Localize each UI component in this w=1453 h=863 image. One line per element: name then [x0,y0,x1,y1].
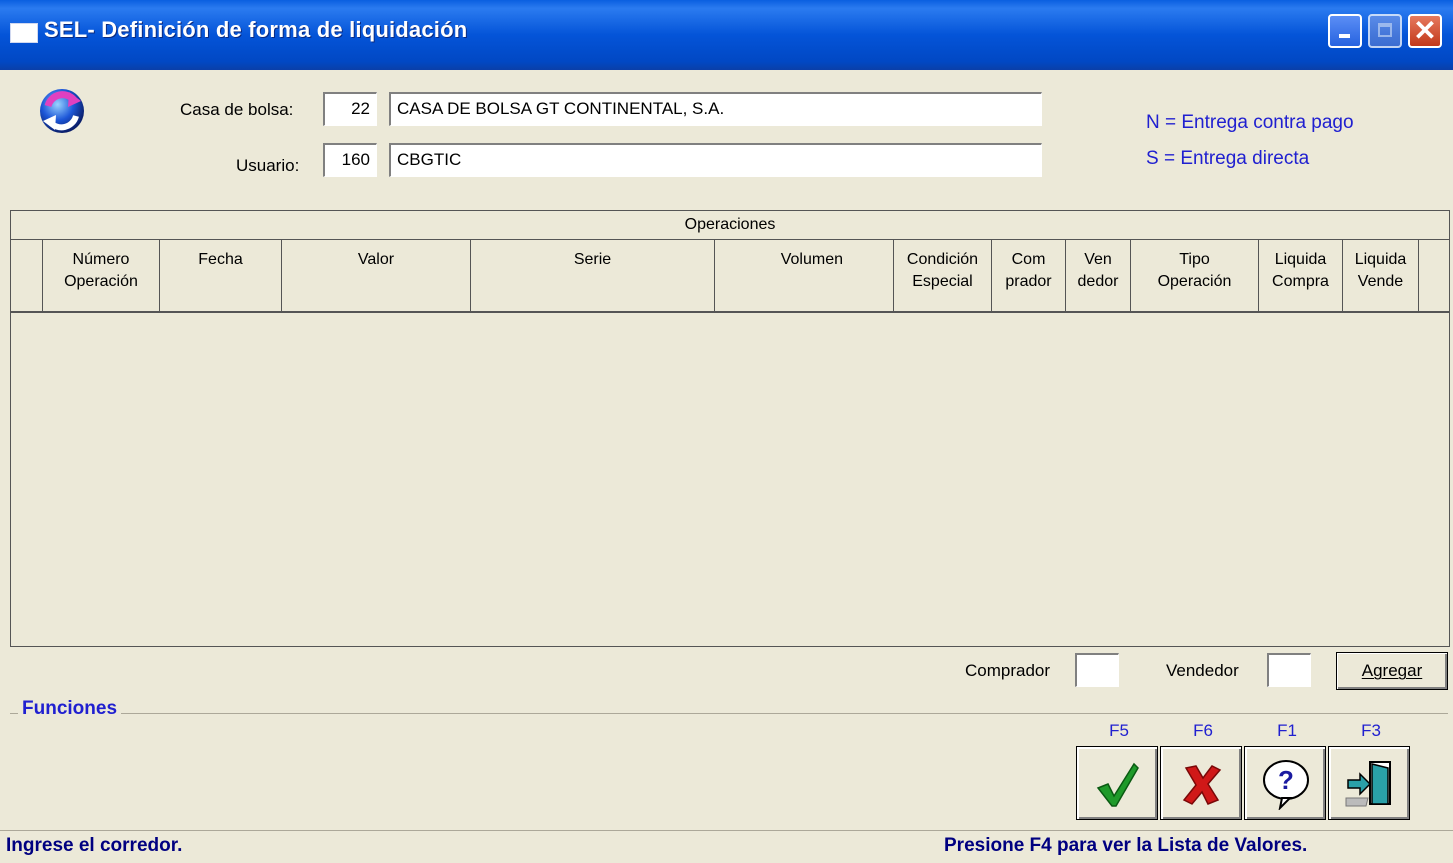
fkey-f3: F3 [1361,721,1381,740]
refresh-logo-icon [40,89,84,133]
casa-name-field[interactable]: CASA DE BOLSA GT CONTINENTAL, S.A. [389,92,1042,126]
col-condicion-especial[interactable]: Condición Especial [894,239,992,311]
checkmark-icon [1096,762,1139,807]
col-valor[interactable]: Valor [282,239,471,311]
col-numero-operacion[interactable]: Número Operación [43,239,160,311]
usuario-name-field[interactable]: CBGTIC [389,143,1042,177]
exit-door-icon [1345,761,1391,807]
minimize-icon [1339,34,1350,38]
col-liquida-vende[interactable]: Liquida Vende [1343,239,1419,311]
accept-button[interactable] [1076,746,1158,820]
window-title: SEL- Definición de forma de liquidación [44,17,468,42]
usuario-code-field[interactable]: 160 [323,143,377,177]
agregar-button[interactable]: Agregar [1336,652,1448,690]
status-message-right: Presione F4 para ver la Lista de Valores… [944,835,1308,856]
col-fecha[interactable]: Fecha [160,239,282,311]
svg-text:?: ? [1278,765,1294,795]
fkey-f6: F6 [1193,721,1213,740]
funciones-title: Funciones [18,698,122,720]
vendedor-input[interactable] [1267,653,1311,687]
close-icon: ✕ [1413,15,1437,46]
casa-code-field[interactable]: 22 [323,92,377,126]
col-vendedor[interactable]: Ven dedor [1066,239,1131,311]
minimize-button[interactable] [1328,14,1362,48]
legend-s: S = Entrega directa [1146,148,1310,169]
cancel-button[interactable] [1160,746,1242,820]
col-volumen[interactable]: Volumen [715,239,894,311]
fkey-f1: F1 [1277,721,1297,740]
header-panel: Casa de bolsa: 22 CASA DE BOLSA GT CONTI… [10,70,1448,206]
status-bar: Ingrese el corredor. Presione F4 para ve… [0,830,1453,863]
fkey-f5: F5 [1109,721,1129,740]
title-bar: SEL- Definición de forma de liquidación … [0,0,1453,70]
x-cancel-icon [1182,765,1222,805]
usuario-label: Usuario: [236,156,300,175]
funciones-divider [10,713,1448,714]
status-message-left: Ingrese el corredor. [6,835,183,856]
agregar-label: Agregar [1361,661,1423,680]
comprador-label: Comprador [965,661,1051,680]
casa-label: Casa de bolsa: [180,100,294,119]
maximize-icon [1378,23,1392,37]
col-selector[interactable] [11,239,43,311]
maximize-button[interactable] [1368,14,1402,48]
comprador-input[interactable] [1075,653,1119,687]
col-comprador[interactable]: Com prador [992,239,1066,311]
col-liquida-compra[interactable]: Liquida Compra [1259,239,1343,311]
legend-n: N = Entrega contra pago [1146,112,1354,133]
help-bubble-icon: ? [1263,760,1309,810]
grid-caption: Operaciones [11,211,1449,240]
help-button[interactable]: ? [1244,746,1326,820]
close-button[interactable]: ✕ [1408,14,1442,48]
operations-grid[interactable]: Operaciones Número Operación Fecha Valor… [10,210,1450,647]
exit-button[interactable] [1328,746,1410,820]
col-serie[interactable]: Serie [471,239,715,311]
window-icon[interactable] [10,23,38,43]
vendedor-label: Vendedor [1166,661,1239,680]
col-tipo-operacion[interactable]: Tipo Operación [1131,239,1259,311]
grid-column-headers: Número Operación Fecha Valor Serie Volum… [11,239,1449,313]
